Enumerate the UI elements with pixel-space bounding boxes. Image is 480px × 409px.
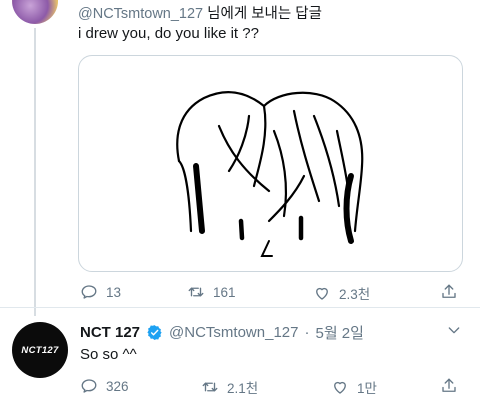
tweet-date[interactable]: 5월 2일 — [315, 322, 363, 343]
tweet-text: i drew you, do you like it ?? — [78, 25, 259, 42]
retweet-action[interactable]: 2.1천 — [201, 377, 258, 397]
reply-icon — [81, 379, 97, 393]
retweet-icon — [188, 287, 204, 297]
retweet-icon — [202, 382, 218, 392]
replying-to-line: @NCTsmtown_127 님에게 보내는 답글 — [78, 2, 322, 23]
share-action[interactable] — [440, 377, 458, 395]
meta-separator: · — [304, 324, 310, 341]
tweet-text-response: So so ^^ — [80, 346, 137, 363]
reply-action[interactable]: 326 — [80, 377, 129, 395]
like-icon — [334, 381, 346, 394]
like-action[interactable]: 2.3천 — [313, 283, 370, 303]
share-action[interactable] — [440, 283, 458, 301]
verified-badge-icon — [147, 325, 162, 340]
like-icon — [316, 287, 328, 300]
display-name[interactable]: NCT 127 — [80, 324, 140, 341]
chevron-down-icon[interactable] — [446, 322, 462, 338]
nct127-logo: NCT127 — [21, 344, 59, 356]
retweet-count: 2.1천 — [227, 381, 259, 396]
reply-count: 326 — [106, 378, 129, 394]
share-icon — [442, 284, 456, 298]
like-action[interactable]: 1만 — [331, 377, 377, 397]
retweet-count: 161 — [213, 284, 236, 300]
tweet-header: NCT 127 @NCTsmtown_127 · 5월 2일 — [80, 322, 364, 343]
thread-connector — [34, 28, 36, 316]
tweet-divider — [0, 307, 480, 308]
reply-icon — [81, 285, 97, 299]
retweet-action[interactable]: 161 — [187, 283, 236, 301]
replying-to-handle[interactable]: @NCTsmtown_127 — [78, 6, 203, 22]
like-count: 1만 — [357, 381, 377, 396]
reply-count: 13 — [106, 284, 122, 300]
user-avatar[interactable] — [12, 0, 58, 24]
tweet-media-drawing[interactable] — [78, 55, 463, 272]
reply-action[interactable]: 13 — [80, 283, 121, 301]
user-handle[interactable]: @NCTsmtown_127 — [169, 324, 298, 341]
replying-to-suffix: 님에게 보내는 답글 — [203, 6, 322, 22]
share-icon — [442, 378, 456, 392]
drawing-illustration — [176, 90, 364, 257]
like-count: 2.3천 — [339, 287, 371, 302]
nct127-avatar[interactable]: NCT127 — [12, 322, 68, 378]
